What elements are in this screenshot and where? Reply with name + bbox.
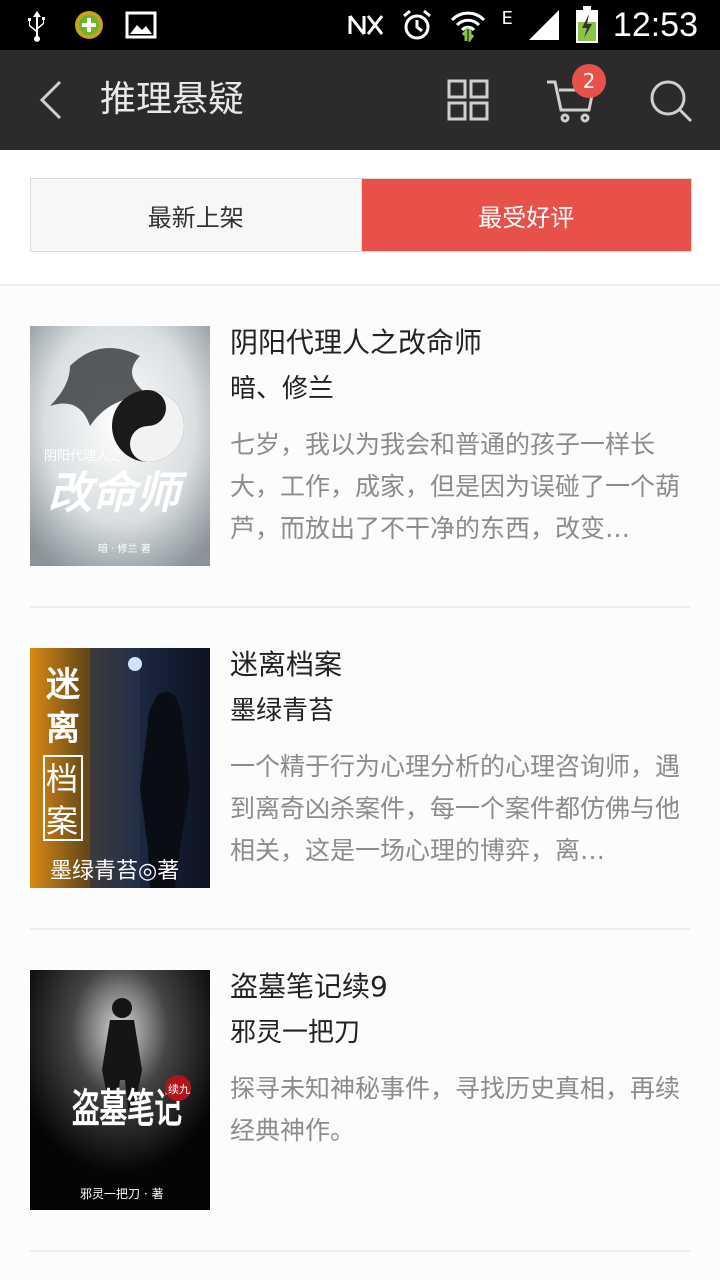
sort-tabs: 最新上架 最受好评: [30, 178, 692, 252]
book-list-item[interactable]: 迷 离 档 案 墨绿青苔◎著 迷离档案 墨绿青苔 一个精于行为心理分析的心理咨询…: [30, 608, 690, 930]
book-author: 暗、修兰: [230, 374, 335, 404]
cart-count-badge: 2: [572, 64, 606, 98]
cover-badge-text: 续九: [168, 1082, 190, 1096]
book-cover: 盗墓笔记 续九 邪灵一把刀 · 著: [30, 970, 210, 1210]
nfc-icon: [348, 15, 383, 35]
book-title: 迷离档案: [230, 648, 343, 681]
book-list-item[interactable]: 阴阳代理人之 改命师 暗 · 修兰 著 阴阳代理人之改命师 暗、修兰 七岁，我以…: [30, 286, 690, 608]
cover-title-text: 改命师: [48, 468, 188, 519]
book-cover-image: 迷 离 档 案 墨绿青苔◎著: [30, 648, 210, 888]
book-title: 阴阳代理人之改命师: [230, 326, 483, 359]
cover-author-text: 墨绿青苔◎著: [50, 859, 179, 884]
tab-newest[interactable]: 最新上架: [31, 179, 361, 251]
book-author: 墨绿青苔: [230, 696, 335, 726]
app-bar: 推理悬疑 2: [0, 50, 720, 150]
image-icon: [125, 11, 157, 39]
book-list: 阴阳代理人之 改命师 暗 · 修兰 著 阴阳代理人之改命师 暗、修兰 七岁，我以…: [0, 286, 720, 1280]
page-title: 推理悬疑: [100, 79, 245, 120]
cover-title-char: 离: [46, 709, 80, 749]
book-cover: 阴阳代理人之 改命师 暗 · 修兰 著: [30, 326, 210, 566]
cover-title-char: 案: [46, 802, 78, 840]
usb-icon: [28, 11, 45, 42]
item-divider: [30, 1250, 690, 1252]
category-grid-button[interactable]: [446, 78, 490, 122]
cover-author-text: 暗 · 修兰 著: [98, 542, 151, 555]
book-description: 探寻未知神秘事件，寻找历史真相，再续经典神作。: [230, 1074, 681, 1145]
book-cover: 迷 离 档 案 墨绿青苔◎著: [30, 648, 210, 888]
book-description: 七岁，我以为我会和普通的孩子一样长大，工作，成家，但是因为误碰了一个葫芦，而放出…: [230, 430, 681, 543]
back-button[interactable]: [30, 76, 78, 124]
book-author: 邪灵一把刀: [230, 1018, 361, 1048]
cover-series-text: 阴阳代理人之: [44, 449, 122, 464]
signal-icon: [528, 10, 559, 40]
cover-title-text: 盗墓笔记: [72, 1085, 182, 1132]
book-cover-image: 阴阳代理人之 改命师 暗 · 修兰 著: [30, 326, 210, 566]
search-button[interactable]: [648, 78, 694, 124]
app-notification-icon: [75, 11, 103, 39]
cover-title-char: 档: [46, 760, 78, 798]
book-cover-image: 盗墓笔记 续九 邪灵一把刀 · 著: [30, 970, 210, 1210]
alarm-icon: [402, 9, 431, 40]
cover-author-text: 邪灵一把刀 · 著: [80, 1187, 163, 1201]
cover-title-char: 迷: [46, 665, 81, 705]
status-time: 12:53: [612, 6, 698, 44]
book-title: 盗墓笔记续9: [230, 970, 388, 1003]
battery-charging-icon: [575, 6, 598, 43]
book-description: 一个精于行为心理分析的心理咨询师，遇到离奇凶杀案件，每一个案件都仿佛与他相关，这…: [230, 752, 681, 865]
status-bar: E 12:53: [0, 0, 720, 50]
wifi-icon: [450, 11, 485, 42]
tab-top-rated[interactable]: 最受好评: [361, 179, 691, 251]
network-type: E: [501, 7, 513, 29]
book-list-item[interactable]: 盗墓笔记 续九 邪灵一把刀 · 著 盗墓笔记续9 邪灵一把刀 探寻未知神秘事件，…: [30, 930, 690, 1252]
